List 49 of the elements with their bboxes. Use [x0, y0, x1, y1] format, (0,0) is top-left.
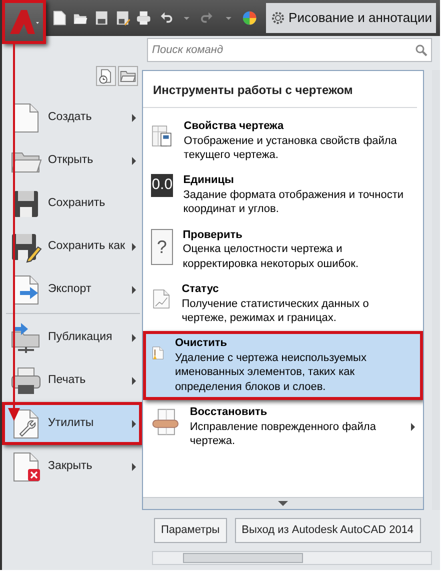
menu-item[interactable]: Утилиты: [2, 402, 142, 445]
menu-item[interactable]: Печать: [2, 359, 142, 402]
item-title: Единицы: [183, 174, 235, 188]
publish-icon: [10, 322, 42, 354]
menu-item[interactable]: Открыть: [2, 139, 142, 182]
menu-item[interactable]: Сохранить как: [2, 225, 142, 268]
utility-item[interactable]: Очистить Удаление с чертежа неиспользуемых именованных элементов, таких как определения блоков и слоев.: [143, 331, 423, 400]
utility-item[interactable]: Восстановить Исправление поврежденного файла чертежа.: [143, 400, 423, 454]
utility-item[interactable]: Статус Получение статистических данных о чертеже, режимах и границах.: [143, 277, 423, 332]
footer-button[interactable]: Параметры: [154, 518, 227, 542]
menu-item[interactable]: Сохранить: [2, 182, 142, 225]
gear-icon: [270, 10, 286, 26]
save-icon[interactable]: [94, 10, 110, 26]
item-title: Статус: [182, 283, 220, 297]
item-title: Очистить: [174, 337, 228, 352]
scrollbar[interactable]: [432, 70, 440, 510]
item-description: Задание формата отображения и точности координат и углов.: [183, 188, 405, 217]
printer-icon: [10, 364, 42, 396]
panel-heading: Инструменты работы с чертежом: [143, 71, 417, 108]
caret-icon: [278, 500, 288, 506]
item-description: Отображение и установка свойств файла текущего чертежа.: [184, 134, 398, 162]
recent-documents-icon[interactable]: [96, 66, 116, 86]
open-documents-icon[interactable]: [118, 66, 138, 86]
search-icon[interactable]: [413, 42, 429, 58]
item-title: Проверить: [182, 228, 244, 242]
utility-item[interactable]: Свойства чертежа Отображение и установка свойств файла текущего чертежа.: [143, 114, 423, 168]
item-description: Удаление с чертежа неиспользуемых именованных элементов, таких как определения блоков и слоев.: [174, 351, 368, 394]
item-description: Исправление поврежденного файла чертежа.: [190, 420, 377, 448]
menu-item[interactable]: Публикация: [2, 316, 142, 359]
item-title: Восстановить: [190, 406, 268, 420]
icon-label: 0.0: [151, 174, 174, 197]
item-title: Свойства чертежа: [184, 120, 285, 134]
print-icon[interactable]: [136, 10, 152, 26]
search-field[interactable]: Поиск команд: [147, 38, 432, 62]
menu-item[interactable]: Создать: [2, 96, 142, 139]
icon-label: ?: [151, 228, 173, 265]
utility-item[interactable]: ? Проверить Оценка целостности чертежа и корректировка некоторых ошибок.: [143, 222, 423, 278]
menu-item[interactable]: Экспорт: [2, 268, 142, 311]
menu-item[interactable]: Закрыть: [2, 445, 142, 488]
scrollbar[interactable]: [152, 550, 432, 564]
workspace-label: Рисование и аннотации: [288, 9, 432, 28]
footer-button[interactable]: Выход из Autodesk AutoCAD 2014: [234, 518, 421, 542]
utility-item[interactable]: 0.0 Единицы Задание формата отображения и точности координат и углов.: [143, 168, 423, 223]
save-as-icon[interactable]: [115, 10, 130, 26]
color-wheel-icon[interactable]: [242, 10, 258, 26]
new-file-icon[interactable]: [52, 10, 67, 26]
workspace-selector[interactable]: Рисование и аннотации: [266, 3, 436, 33]
item-description: Получение статистических данных о чертеже, режимах и границах.: [182, 296, 370, 326]
item-description: Оценка целостности чертежа и корректировка некоторых ошибок.: [182, 242, 360, 272]
